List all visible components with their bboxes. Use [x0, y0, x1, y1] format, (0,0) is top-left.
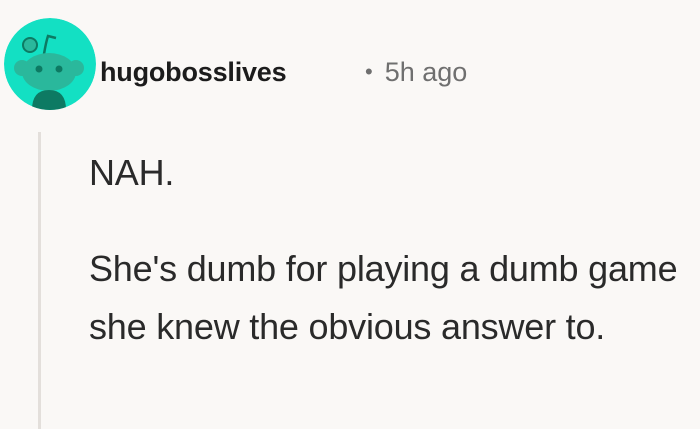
comment-paragraph: NAH.: [89, 152, 175, 193]
timestamp[interactable]: 5h ago: [385, 57, 468, 87]
comment: hugobosslives • 5h ago NAH. She's dumb fo…: [0, 0, 700, 429]
username-link[interactable]: hugobosslives: [100, 52, 287, 92]
comment-meta: • 5h ago: [365, 52, 467, 92]
reddit-snoo-avatar-icon: [4, 18, 96, 110]
user-avatar[interactable]: [4, 18, 96, 110]
separator-dot: •: [365, 59, 373, 84]
thread-line[interactable]: [38, 132, 41, 429]
comment-body: NAH. She's dumb for playing a dumb game …: [89, 144, 689, 356]
comment-paragraph: She's dumb for playing a dumb game she k…: [89, 248, 678, 347]
